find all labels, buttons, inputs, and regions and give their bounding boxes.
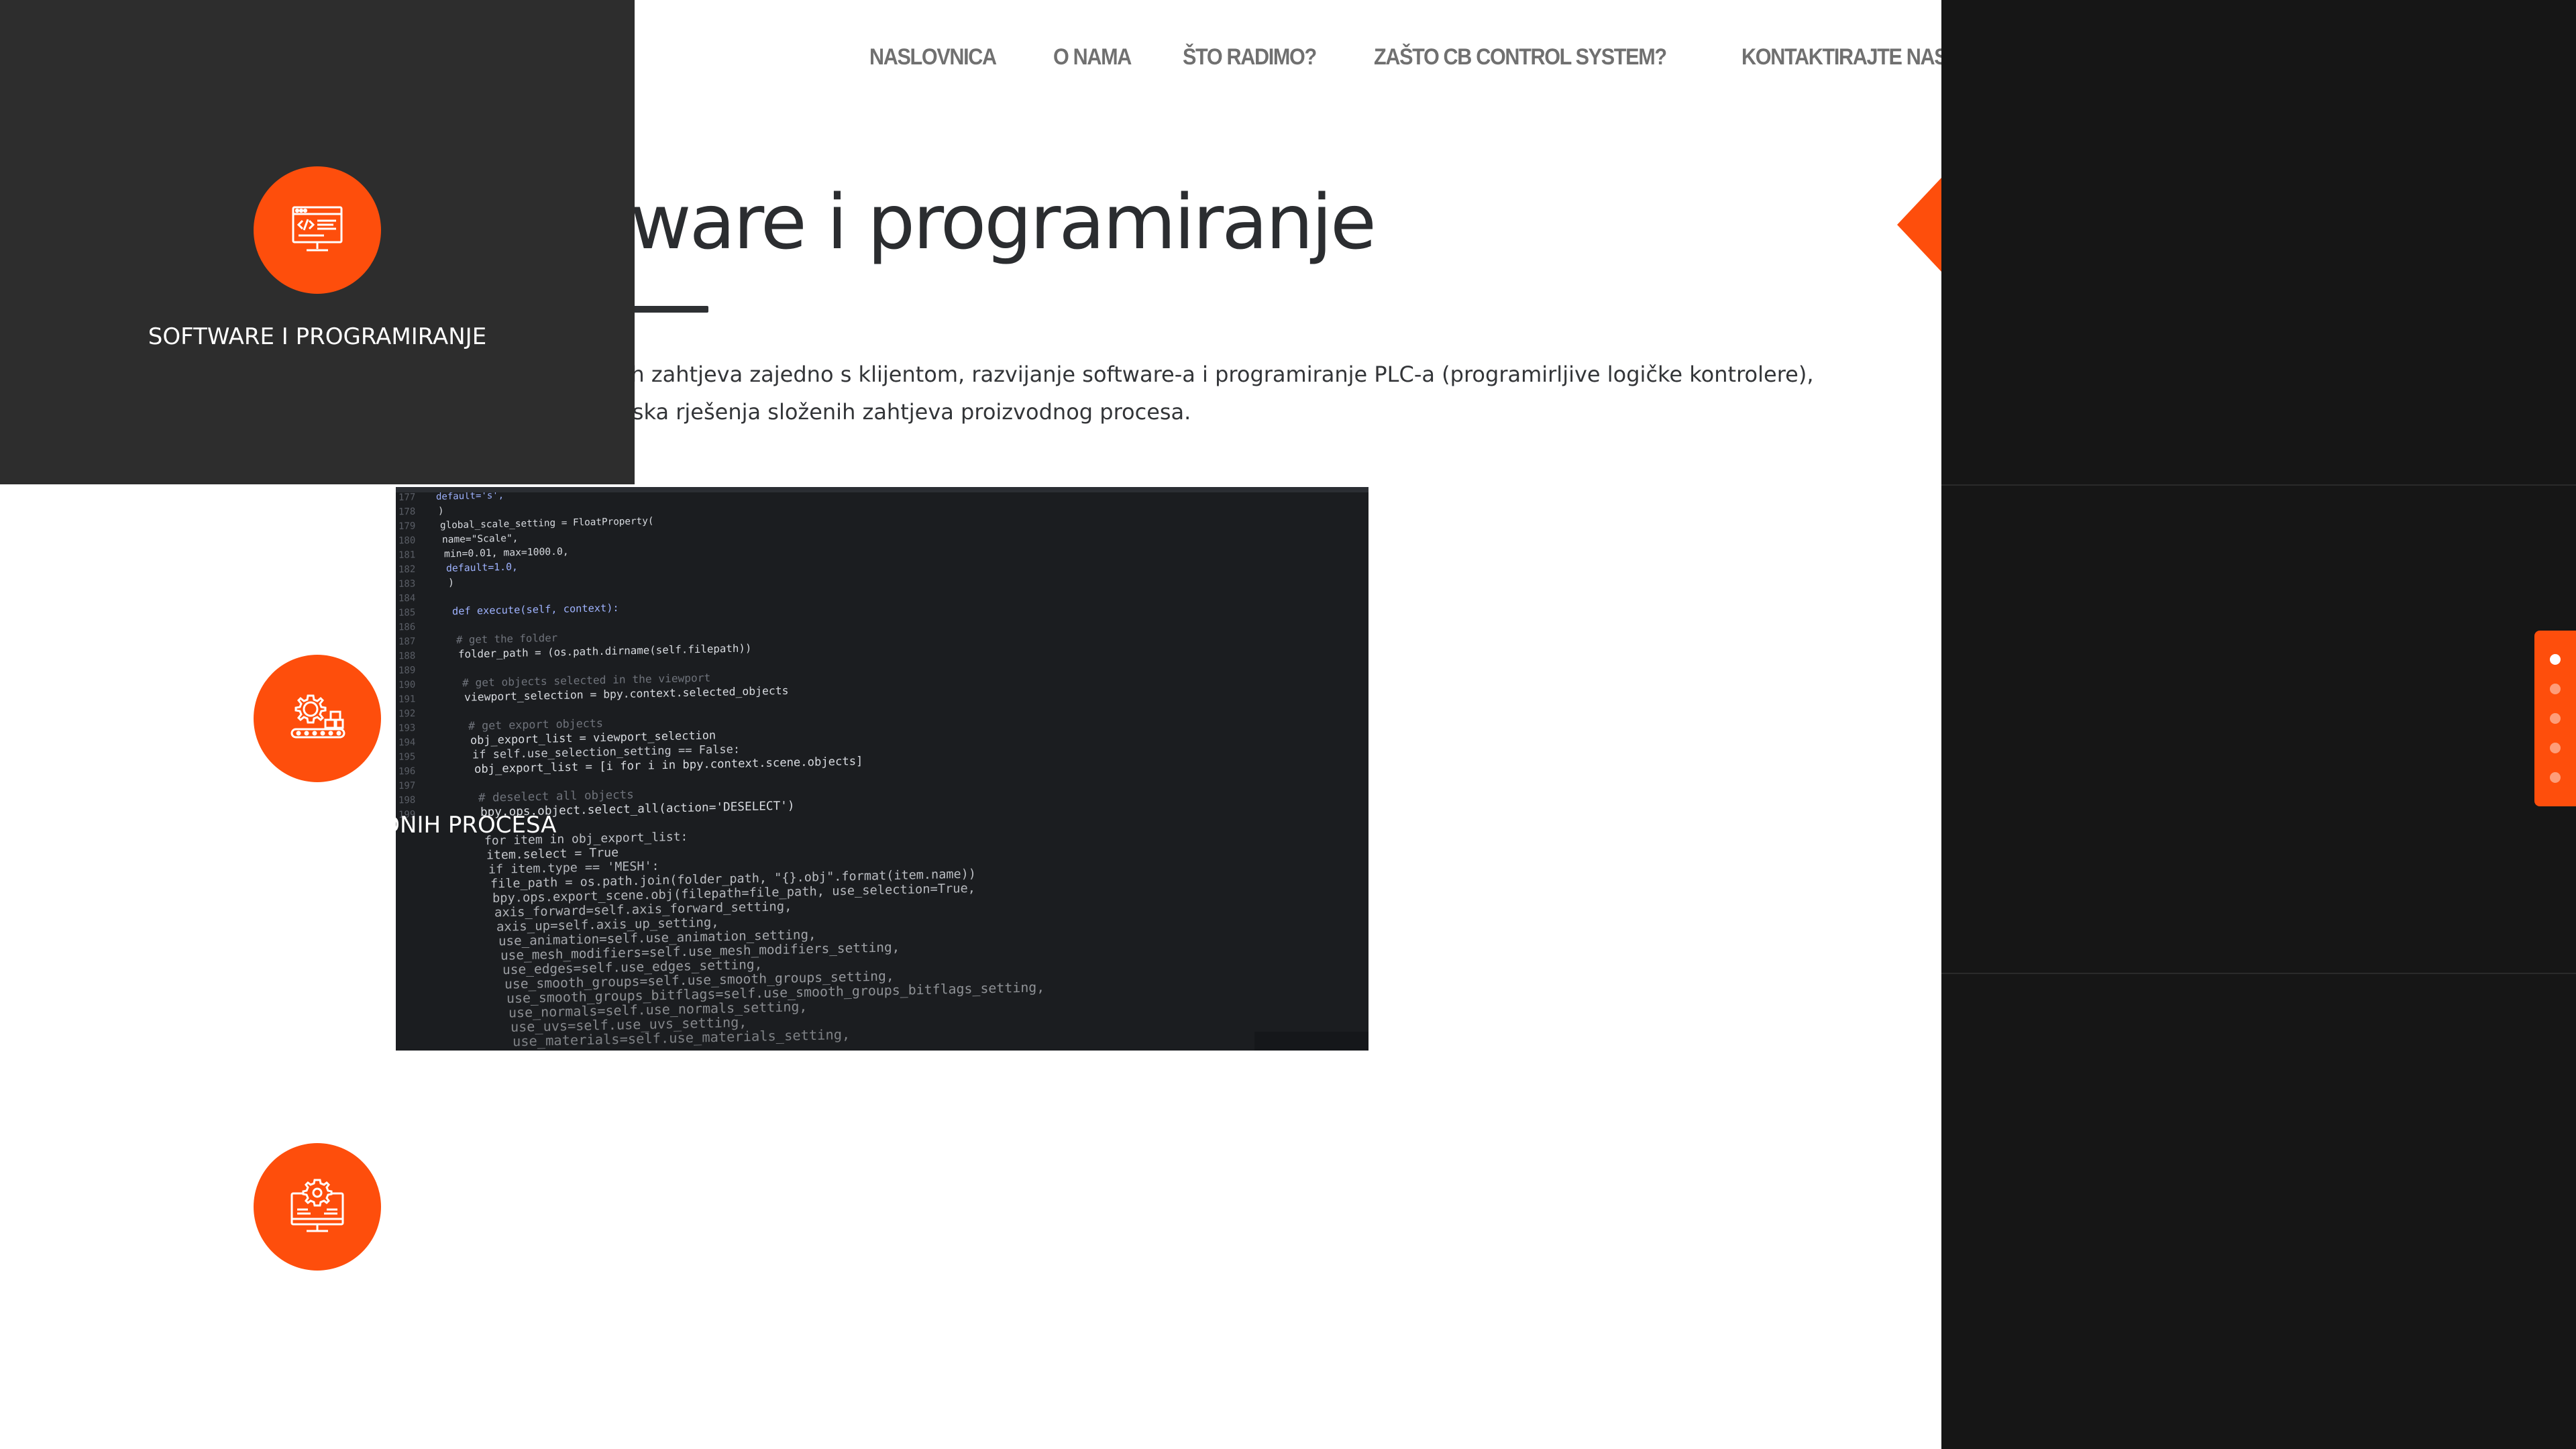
code-monitor-icon: [292, 206, 343, 252]
gear-monitor-icon: [290, 1179, 344, 1232]
panel-icon-circle: [254, 655, 381, 782]
panel-item-specijalizirani[interactable]: SPECIJALIZIRANI TEHNOLOŠKI PROCESI: [0, 974, 635, 1449]
panel-divider: [1941, 973, 2576, 974]
gear-conveyor-icon: [290, 694, 345, 739]
active-item-pointer: [1897, 178, 1941, 272]
slider-dot-3[interactable]: [2550, 713, 2561, 724]
nav-item-sto-radimo[interactable]: ŠTO RADIMO?: [1183, 39, 1317, 75]
nav-item-kontaktirajte-nas[interactable]: KONTAKTIRAJTE NAS: [1741, 39, 1948, 75]
slider-dots: [2534, 631, 2576, 806]
panel-item-automatizacija[interactable]: AUTOMATIZACIJA PROIZVODNIH PROCESA: [0, 486, 635, 973]
slider-dot-4[interactable]: [2550, 743, 2561, 753]
panel-item-label: AUTOMATIZACIJA PROIZVODNIH PROCESA: [78, 812, 557, 839]
panel-icon-circle: [254, 1143, 381, 1271]
services-panel: [1941, 0, 2576, 1449]
slider-dot-2[interactable]: [2550, 684, 2561, 694]
slider-dot-1[interactable]: [2550, 654, 2561, 665]
panel-item-label: SOFTWARE I PROGRAMIRANJE: [148, 323, 487, 350]
panel-icon-circle: [254, 166, 381, 294]
panel-divider: [1941, 484, 2576, 486]
nav-item-o-nama[interactable]: O NAMA: [1053, 39, 1132, 75]
nav-item-zasto-cb-control[interactable]: ZAŠTO CB CONTROL SYSTEM?: [1374, 39, 1667, 75]
panel-item-software[interactable]: SOFTWARE I PROGRAMIRANJE: [0, 0, 635, 484]
panel-item-label: SPECIJALIZIRANI TEHNOLOŠKI PROCESI: [95, 1300, 539, 1327]
nav-item-naslovnica[interactable]: NASLOVNICA: [869, 39, 997, 75]
slider-dot-5[interactable]: [2550, 772, 2561, 783]
main-nav: NASLOVNICA O NAMA ŠTO RADIMO? ZAŠTO CB C…: [869, 39, 1970, 75]
